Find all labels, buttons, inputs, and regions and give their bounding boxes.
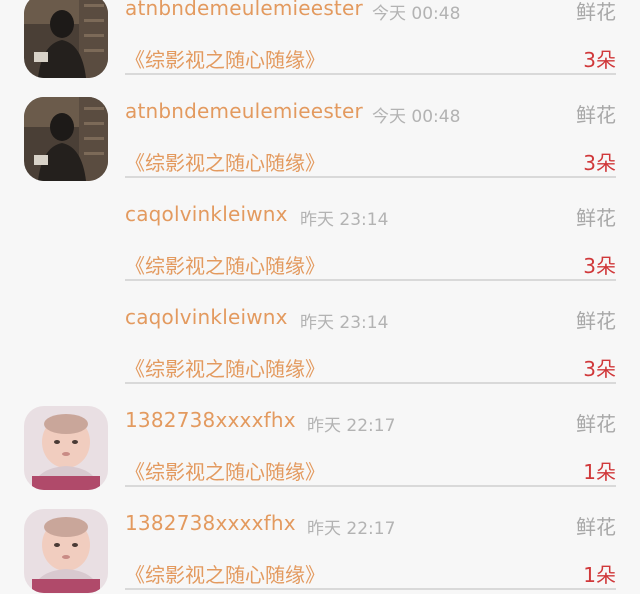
gift-type-label: 鲜花 (576, 309, 616, 333)
gift-type-label: 鲜花 (576, 0, 616, 24)
gift-record-list: atnbndemeulemieester 今天 00:48 鲜花 《综影视之随心… (0, 0, 640, 594)
gift-count: 3朵 (583, 357, 616, 381)
timestamp: 今天 00:48 (372, 4, 461, 24)
timestamp: 今天 00:48 (372, 107, 461, 127)
username[interactable]: caqolvinkleiwnx (125, 305, 288, 329)
gift-type-label: 鲜花 (576, 515, 616, 539)
gift-count: 1朵 (583, 563, 616, 587)
book-title-link[interactable]: 《综影视之随心随缘》 (125, 559, 325, 588)
book-title-link[interactable]: 《综影视之随心随缘》 (125, 250, 325, 279)
divider (125, 73, 616, 75)
list-item[interactable]: caqolvinkleiwnx 昨天 23:14 鲜花 《综影视之随心随缘》 3… (0, 200, 640, 303)
username[interactable]: 1382738xxxxfhx (125, 511, 296, 535)
gift-count: 3朵 (583, 151, 616, 175)
username[interactable]: 1382738xxxxfhx (125, 408, 296, 432)
list-item[interactable]: atnbndemeulemieester 今天 00:48 鲜花 《综影视之随心… (0, 97, 640, 200)
divider (125, 485, 616, 487)
divider (125, 588, 616, 590)
gift-count: 3朵 (583, 48, 616, 72)
book-title-link[interactable]: 《综影视之随心随缘》 (125, 353, 325, 382)
avatar[interactable] (24, 97, 108, 181)
timestamp: 昨天 22:17 (307, 416, 396, 436)
avatar[interactable] (24, 509, 108, 593)
divider (125, 279, 616, 281)
timestamp: 昨天 23:14 (300, 313, 389, 333)
gift-count: 3朵 (583, 254, 616, 278)
username[interactable]: atnbndemeulemieester (125, 0, 363, 20)
book-title-link[interactable]: 《综影视之随心随缘》 (125, 44, 325, 73)
list-item[interactable]: 1382738xxxxfhx 昨天 22:17 鲜花 《综影视之随心随缘》 1朵 (0, 509, 640, 594)
divider (125, 382, 616, 384)
book-title-link[interactable]: 《综影视之随心随缘》 (125, 147, 325, 176)
gift-type-label: 鲜花 (576, 412, 616, 436)
book-title-link[interactable]: 《综影视之随心随缘》 (125, 456, 325, 485)
username[interactable]: atnbndemeulemieester (125, 99, 363, 123)
divider (125, 176, 616, 178)
gift-type-label: 鲜花 (576, 206, 616, 230)
username[interactable]: caqolvinkleiwnx (125, 202, 288, 226)
list-item[interactable]: 1382738xxxxfhx 昨天 22:17 鲜花 《综影视之随心随缘》 1朵 (0, 406, 640, 509)
list-item[interactable]: caqolvinkleiwnx 昨天 23:14 鲜花 《综影视之随心随缘》 3… (0, 303, 640, 406)
list-item[interactable]: atnbndemeulemieester 今天 00:48 鲜花 《综影视之随心… (0, 0, 640, 97)
avatar[interactable] (24, 406, 108, 490)
gift-type-label: 鲜花 (576, 103, 616, 127)
avatar[interactable] (24, 0, 108, 78)
timestamp: 昨天 23:14 (300, 210, 389, 230)
gift-count: 1朵 (583, 460, 616, 484)
timestamp: 昨天 22:17 (307, 519, 396, 539)
